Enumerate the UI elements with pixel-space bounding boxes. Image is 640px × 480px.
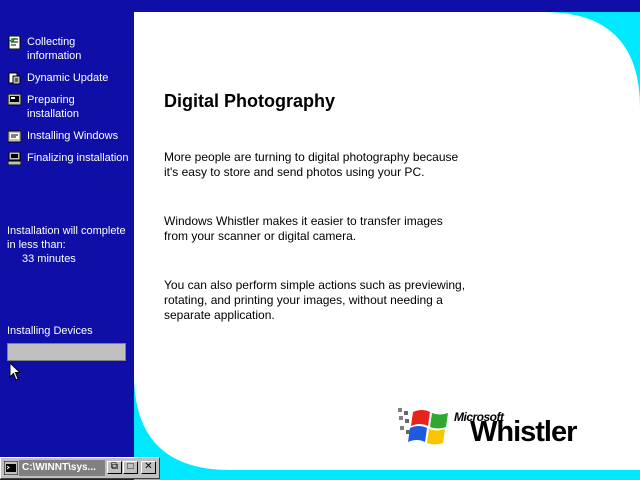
monitor-icon xyxy=(8,94,21,106)
estimate-line-2: in less than: xyxy=(7,239,66,251)
paragraph-2: Windows Whistler makes it easier to tran… xyxy=(164,214,443,243)
step-label: Finalizing installation xyxy=(27,152,129,164)
step-label: Installing Windows xyxy=(27,130,119,142)
maximize-button[interactable]: □ xyxy=(123,461,138,474)
mouse-cursor-icon xyxy=(9,362,21,381)
computer-icon xyxy=(8,152,21,165)
step-label: Dynamic Update xyxy=(27,72,109,84)
page-title: Digital Photography xyxy=(164,91,335,111)
whistler-wordmark: Whistler xyxy=(470,416,577,448)
progress-bar xyxy=(7,343,126,361)
step-label: Collecting information xyxy=(27,36,82,62)
close-button[interactable]: ✕ xyxy=(141,461,156,474)
estimate-line-1: Installation will complete xyxy=(7,225,126,237)
restore-button[interactable]: ⧉ xyxy=(107,461,122,474)
paragraph-1: More people are turning to digital photo… xyxy=(164,150,459,179)
minimized-console-window[interactable]: C:\WINNT\sys... ⧉ □ ✕ xyxy=(0,457,160,479)
whistler-logo: Microsoft Whistler xyxy=(396,404,606,456)
window-title: C:\WINNT\sys... xyxy=(19,460,105,476)
paragraph-3: You can also perform simple actions such… xyxy=(164,278,466,322)
checklist-icon xyxy=(8,36,21,49)
time-estimate: Installation will complete in less than:… xyxy=(7,224,126,266)
install-icon xyxy=(8,130,21,143)
step-label: Preparing installation xyxy=(27,94,79,120)
setup-sidebar: Collecting information Dynamic Update Pr… xyxy=(0,0,134,480)
document-update-icon xyxy=(8,72,21,85)
windows-flag-icon xyxy=(398,408,448,445)
estimate-minutes: 33 minutes xyxy=(22,253,76,265)
console-icon xyxy=(4,461,18,475)
progress-label: Installing Devices xyxy=(7,325,93,337)
